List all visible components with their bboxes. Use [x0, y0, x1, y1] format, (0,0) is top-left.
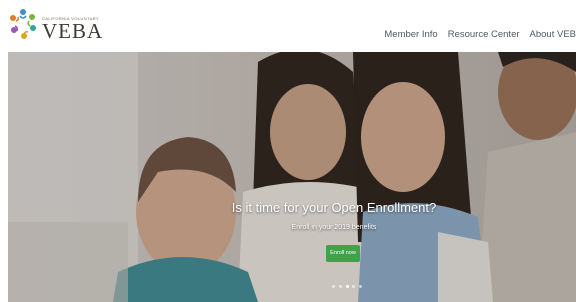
- enroll-now-button[interactable]: Enroll now: [326, 245, 360, 262]
- hero-banner: Is it time for your Open Enrollment? Enr…: [8, 52, 576, 302]
- carousel-dot-active[interactable]: [345, 285, 349, 288]
- hero-subtitle: Enroll in your 2019 benefits: [291, 224, 377, 231]
- carousel-dot[interactable]: [338, 285, 342, 288]
- veba-logo[interactable]: CALIFORNIA VOLUNTARY VEBA: [8, 6, 102, 44]
- site-header: CALIFORNIA VOLUNTARY VEBA Member Info Re…: [0, 0, 576, 52]
- logo-wordmark: VEBA: [42, 19, 104, 43]
- nav-member-info[interactable]: Member Info: [384, 29, 437, 40]
- carousel-dot[interactable]: [332, 285, 335, 288]
- carousel-dot[interactable]: [352, 285, 356, 288]
- hero-overlay: [8, 52, 576, 302]
- carousel-dot[interactable]: [359, 285, 362, 288]
- main-nav: Member Info Resource Center About VEB: [384, 27, 576, 41]
- hero-title: Is it time for your Open Enrollment?: [231, 200, 437, 215]
- nav-resource-center[interactable]: Resource Center: [448, 29, 520, 40]
- people-ring-logo-icon: [10, 9, 36, 39]
- carousel-dots: [332, 285, 362, 289]
- nav-about-veba[interactable]: About VEB: [530, 29, 576, 40]
